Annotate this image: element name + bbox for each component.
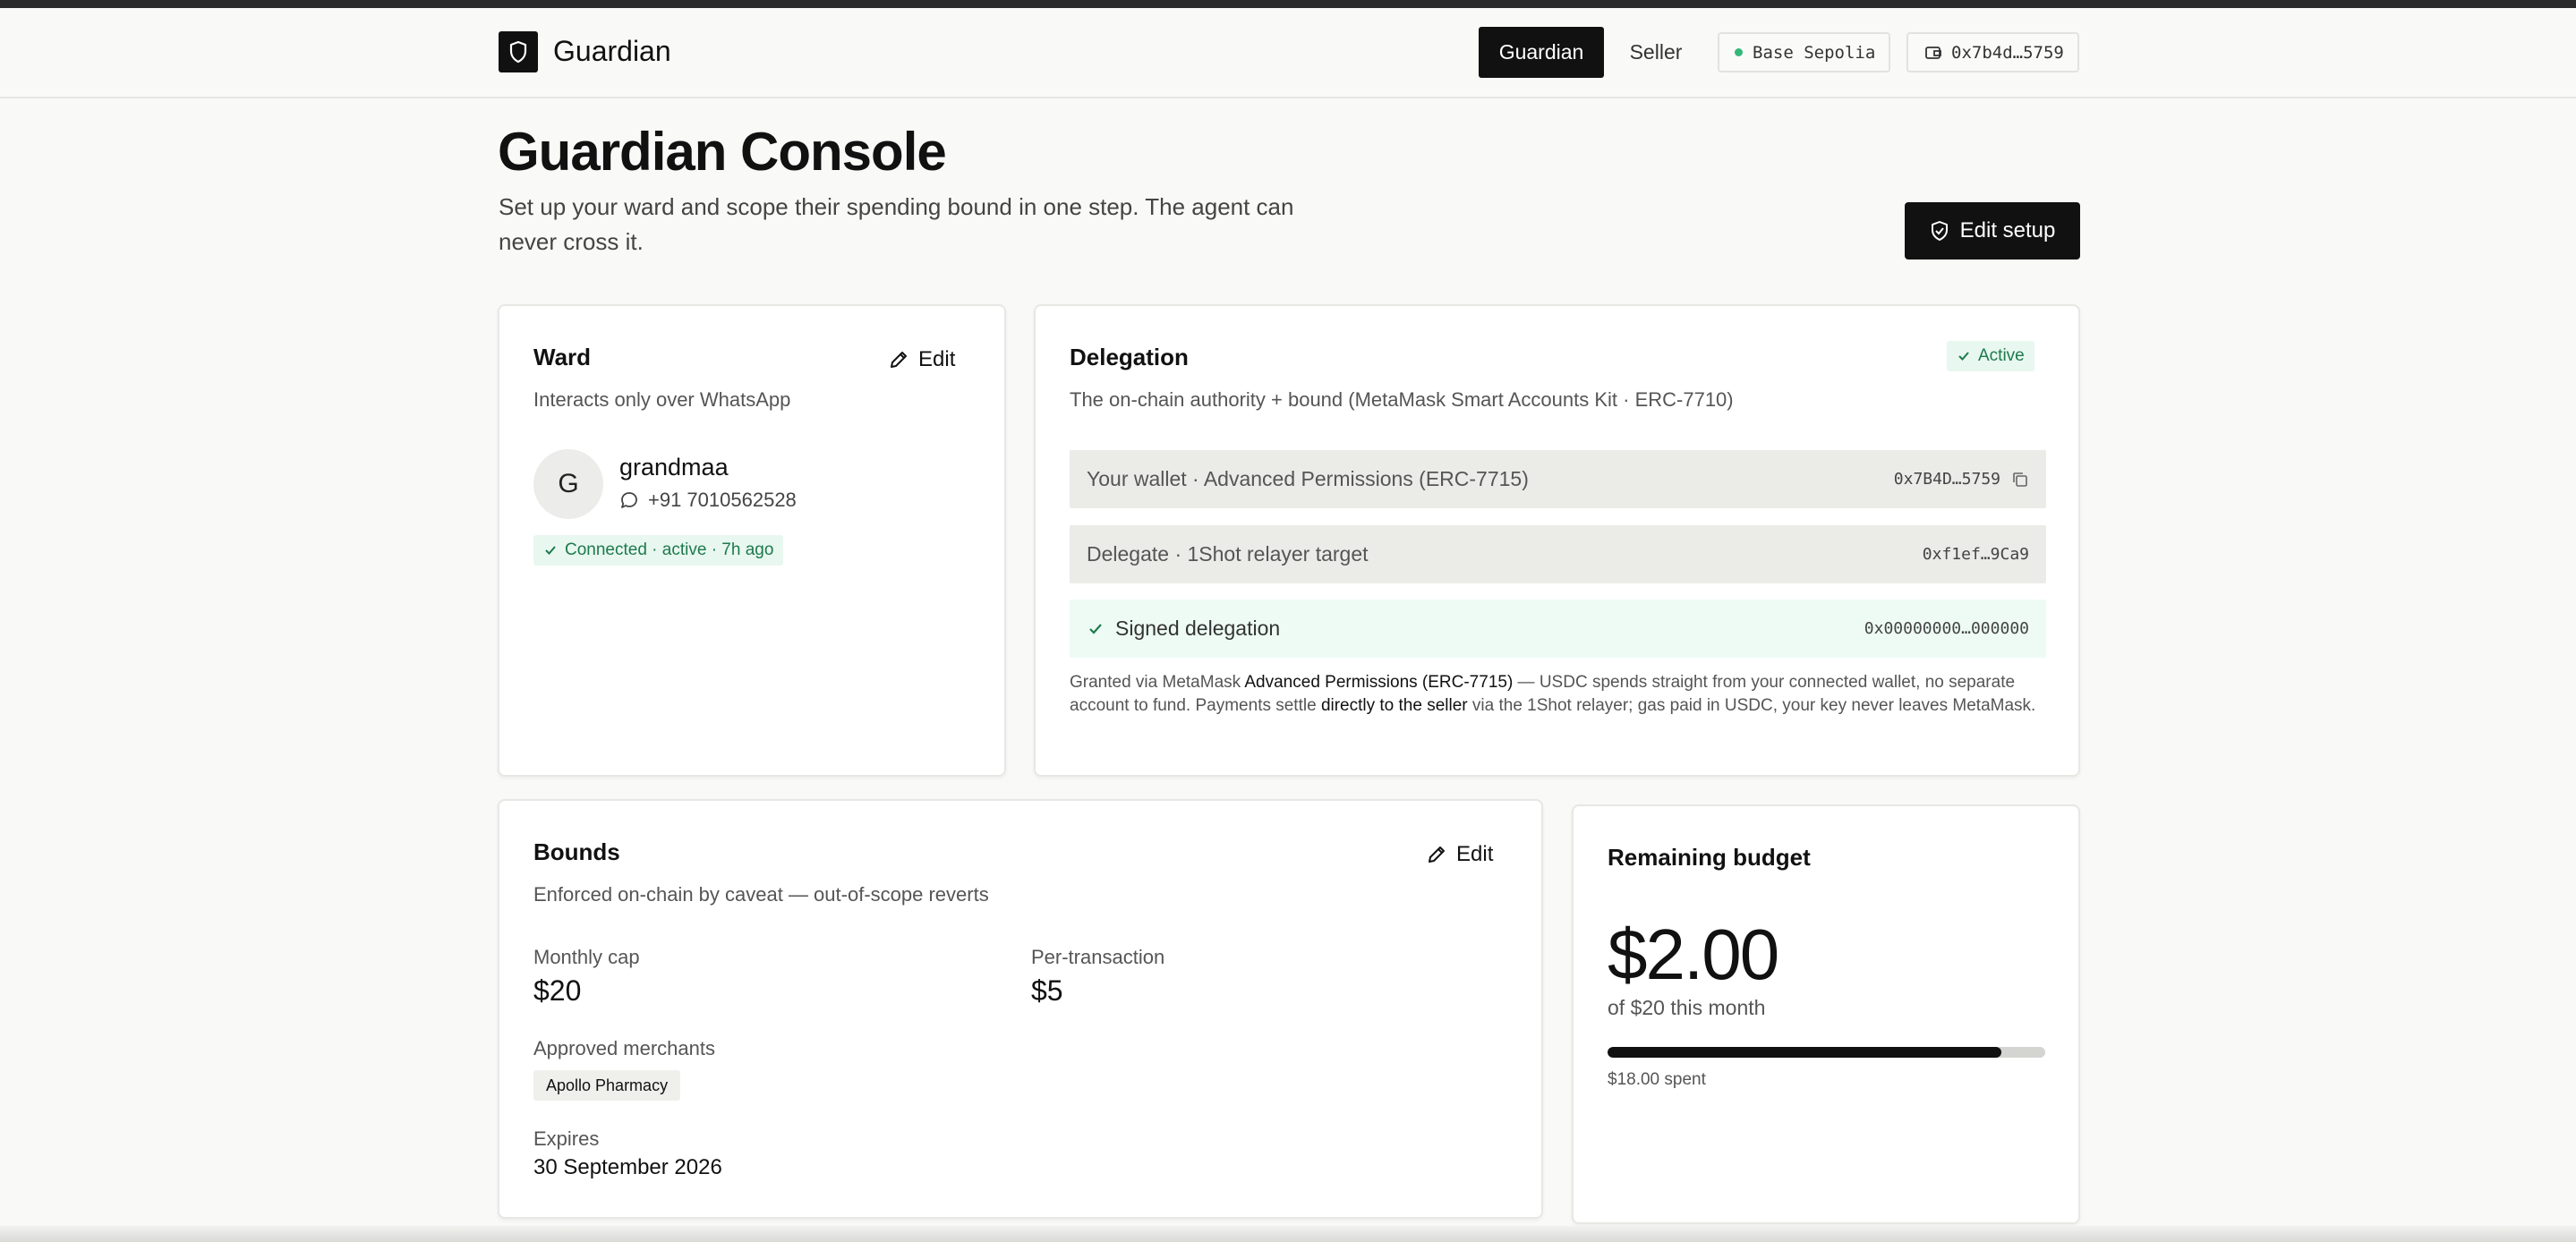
bounds-edit-label: Edit: [1456, 842, 1494, 866]
merchant-chip: Apollo Pharmacy: [533, 1070, 681, 1101]
expires-label: Expires: [533, 1127, 600, 1150]
delegation-row-value: 0x7B4D…5759: [1894, 470, 2029, 489]
remaining-budget-card: Remaining budget $2.00 of $20 this month…: [1572, 804, 2080, 1224]
nav-tab-seller[interactable]: Seller: [1616, 27, 1696, 78]
approved-merchants-label: Approved merchants: [533, 1037, 715, 1059]
chat-bubble-icon: [619, 490, 639, 510]
window-top-strip: [0, 0, 2576, 8]
budget-title: Remaining budget: [1608, 844, 1811, 871]
delegation-row-value: 0x00000000…000000: [1864, 619, 2029, 638]
page-title: Guardian Console: [498, 122, 947, 182]
avatar: G: [533, 449, 603, 519]
monthly-cap-value: $20: [533, 974, 582, 1007]
note-text: via the 1Shot relayer; gas paid in USDC,…: [1467, 696, 2036, 715]
wallet-button[interactable]: 0x7b4d…5759: [1906, 32, 2079, 72]
delegation-subtitle: The on-chain authority + bound (MetaMask…: [1070, 388, 1734, 411]
pencil-icon: [1426, 844, 1447, 865]
note-emphasis: directly to the seller: [1320, 696, 1468, 715]
ward-card: Ward Edit Interacts only over WhatsApp G…: [498, 304, 1006, 777]
copy-icon[interactable]: [2011, 471, 2029, 489]
monthly-cap-label: Monthly cap: [533, 946, 640, 968]
remaining-amount: $2.00: [1608, 914, 1779, 994]
delegation-status-text: Active: [1978, 346, 2025, 365]
wallet-address: 0x7b4d…5759: [1951, 42, 2064, 63]
bottom-edge-shadow: [0, 1226, 2576, 1242]
network-badge[interactable]: Base Sepolia: [1718, 32, 1890, 72]
delegation-row-label: Delegate · 1Shot relayer target: [1087, 542, 1369, 566]
check-icon: [543, 543, 558, 557]
ward-edit-button[interactable]: Edit: [888, 347, 955, 372]
per-transaction-value: $5: [1031, 974, 1063, 1007]
expires-value: 30 September 2026: [533, 1155, 722, 1179]
network-status-dot: [1735, 48, 1743, 56]
check-icon: [1087, 620, 1105, 638]
delegation-note: Granted via MetaMask Advanced Permission…: [1070, 671, 2054, 718]
delegation-row-label: Your wallet · Advanced Permissions (ERC-…: [1087, 467, 1529, 490]
bounds-edit-button[interactable]: Edit: [1426, 842, 1493, 867]
signed-delegation-label: Signed delegation: [1087, 617, 1280, 641]
network-name: Base Sepolia: [1753, 42, 1876, 63]
delegation-title: Delegation: [1070, 344, 1189, 370]
delegation-row-label: Signed delegation: [1115, 617, 1281, 640]
pencil-icon: [888, 349, 909, 370]
budget-progress-fill: [1608, 1047, 2002, 1058]
shield-check-icon: [1930, 220, 1949, 242]
edit-setup-button[interactable]: Edit setup: [1905, 202, 2080, 259]
ward-title: Ward: [533, 344, 592, 370]
delegation-row-signed: Signed delegation 0x00000000…000000: [1070, 600, 2046, 658]
delegation-row-value: 0xf1ef…9Ca9: [1922, 545, 2029, 564]
budget-spent-label: $18.00 spent: [1608, 1070, 1706, 1089]
budget-progress-bar: [1608, 1047, 2045, 1058]
note-text: Granted via MetaMask: [1070, 673, 1245, 692]
ward-phone-number: +91 7010562528: [648, 489, 797, 511]
note-emphasis: Advanced Permissions (ERC-7715): [1244, 673, 1514, 692]
ward-phone: +91 7010562528: [619, 489, 797, 512]
wallet-address-value: 0x7B4D…5759: [1893, 470, 2000, 489]
app-header: Guardian Guardian Seller Base Sepolia 0x…: [0, 8, 2576, 98]
shield-logo-icon: [499, 31, 538, 72]
page-subtitle: Set up your ward and scope their spendin…: [499, 193, 1294, 255]
ward-status-text: Connected · active · 7h ago: [565, 540, 774, 559]
bounds-card: Bounds Edit Enforced on-chain by caveat …: [498, 799, 1543, 1219]
budget-of-label: of $20 this month: [1608, 996, 1766, 1019]
brand-name: Guardian: [553, 35, 671, 67]
nav-tab-guardian[interactable]: Guardian: [1479, 27, 1604, 78]
delegation-row-wallet: Your wallet · Advanced Permissions (ERC-…: [1070, 450, 2046, 508]
ward-subtitle: Interacts only over WhatsApp: [533, 388, 791, 411]
ward-name: grandmaa: [619, 454, 729, 481]
ward-edit-label: Edit: [918, 347, 956, 371]
bounds-subtitle: Enforced on-chain by caveat — out-of-sco…: [533, 883, 989, 906]
delegation-row-delegate: Delegate · 1Shot relayer target 0xf1ef…9…: [1070, 525, 2046, 583]
ward-status-badge: Connected · active · 7h ago: [533, 535, 784, 566]
per-transaction-label: Per-transaction: [1031, 946, 1165, 968]
delegation-card: Delegation Active The on-chain authority…: [1034, 304, 2080, 777]
delegation-status-badge: Active: [1947, 341, 2034, 371]
bounds-title: Bounds: [533, 838, 620, 865]
check-icon: [1957, 349, 1971, 363]
wallet-icon: [1924, 45, 1942, 61]
edit-setup-label: Edit setup: [1959, 218, 2056, 242]
